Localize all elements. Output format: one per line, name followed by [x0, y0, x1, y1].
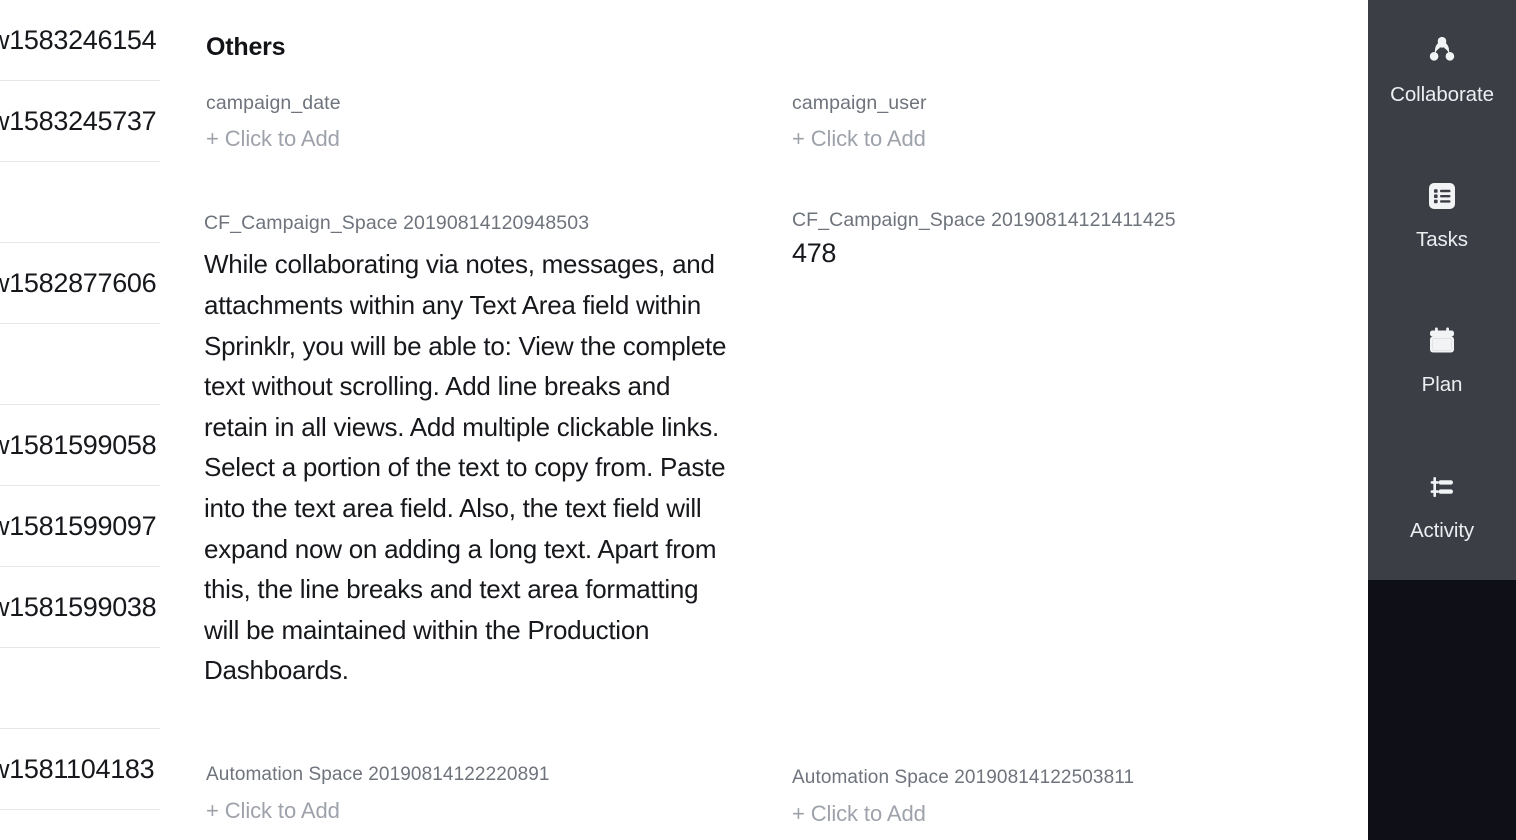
field-automation-space-right: Automation Space 20190814122503811 + Cli…	[792, 767, 1134, 827]
rail-item-plan[interactable]: Plan	[1368, 318, 1516, 397]
field-automation-space-left: Automation Space 20190814122220891 + Cli…	[206, 764, 550, 824]
collaborate-icon	[1368, 28, 1516, 74]
field-campaign-date: campaign_date + Click to Add	[206, 92, 341, 153]
add-value-button[interactable]: + Click to Add	[792, 800, 1134, 828]
table-cell-id: w1581104183	[0, 753, 155, 784]
add-value-button[interactable]: + Click to Add	[206, 125, 341, 153]
table-cell-id: w1581599058	[0, 429, 157, 460]
field-label: CF_Campaign_Space 20190814121411425	[792, 209, 1176, 231]
table-row[interactable]: w1583245737	[0, 81, 172, 162]
field-value-number: 478	[792, 238, 837, 269]
rail-item-activity[interactable]: Activity	[1368, 464, 1516, 543]
others-detail-panel: Others campaign_date + Click to Add camp…	[160, 0, 1370, 840]
background-data-table: w1583246154 w1583245737 w1582877606 w158…	[0, 0, 172, 840]
field-label: campaign_date	[206, 92, 341, 114]
rail-lower-dark-area	[1368, 580, 1516, 840]
field-label: campaign_user	[792, 92, 927, 114]
field-cf-campaign-space-highlighted[interactable]: CF_Campaign_Space 20190814120948503 Whil…	[178, 188, 754, 738]
field-label: Automation Space 20190814122220891	[206, 764, 550, 785]
page-title: Others	[206, 33, 286, 61]
rail-item-collaborate[interactable]: Collaborate	[1368, 28, 1516, 107]
table-row[interactable]: w1581104183	[0, 729, 172, 810]
table-row[interactable]: w1583246154	[0, 0, 172, 81]
field-label: Automation Space 20190814122503811	[792, 767, 1135, 788]
table-row[interactable]	[0, 648, 172, 729]
table-cell-id: w1582877606	[0, 267, 157, 298]
field-cf-campaign-space-right: CF_Campaign_Space 20190814121411425 478	[792, 209, 1176, 269]
table-row[interactable]: w1581599058	[0, 405, 172, 486]
app-root: w1583246154 w1583245737 w1582877606 w158…	[0, 0, 1516, 840]
table-row[interactable]	[0, 324, 172, 405]
rail-item-label: Tasks	[1416, 228, 1468, 251]
table-cell-id: w1580889715	[0, 835, 157, 840]
rail-item-label: Collaborate	[1390, 83, 1494, 106]
table-row[interactable]: w1581599038	[0, 567, 172, 648]
right-rail: Collaborate Tasks Plan Activity	[1368, 0, 1516, 580]
table-cell-id: w1581599038	[0, 591, 157, 622]
table-cell-id: w1581599097	[0, 510, 157, 541]
add-value-button[interactable]: + Click to Add	[206, 797, 550, 825]
table-cell-id: w1583246154	[0, 24, 157, 55]
field-label: CF_Campaign_Space 20190814120948503	[204, 212, 590, 234]
add-value-button[interactable]: + Click to Add	[792, 125, 927, 153]
table-cell-id: w1583245737	[0, 105, 157, 136]
table-row[interactable]: w1581599097	[0, 486, 172, 567]
table-row[interactable]: w1580889715	[0, 810, 172, 840]
table-row[interactable]: w1582877606	[0, 243, 172, 324]
field-campaign-user: campaign_user + Click to Add	[792, 92, 927, 153]
activity-icon	[1368, 464, 1516, 510]
field-value-text: While collaborating via notes, messages,…	[204, 249, 727, 686]
rail-item-tasks[interactable]: Tasks	[1368, 173, 1516, 252]
rail-item-label: Plan	[1421, 373, 1463, 396]
rail-item-label: Activity	[1409, 519, 1475, 542]
calendar-icon	[1368, 318, 1516, 364]
table-row[interactable]	[0, 162, 172, 243]
tasks-list-icon	[1368, 173, 1516, 219]
